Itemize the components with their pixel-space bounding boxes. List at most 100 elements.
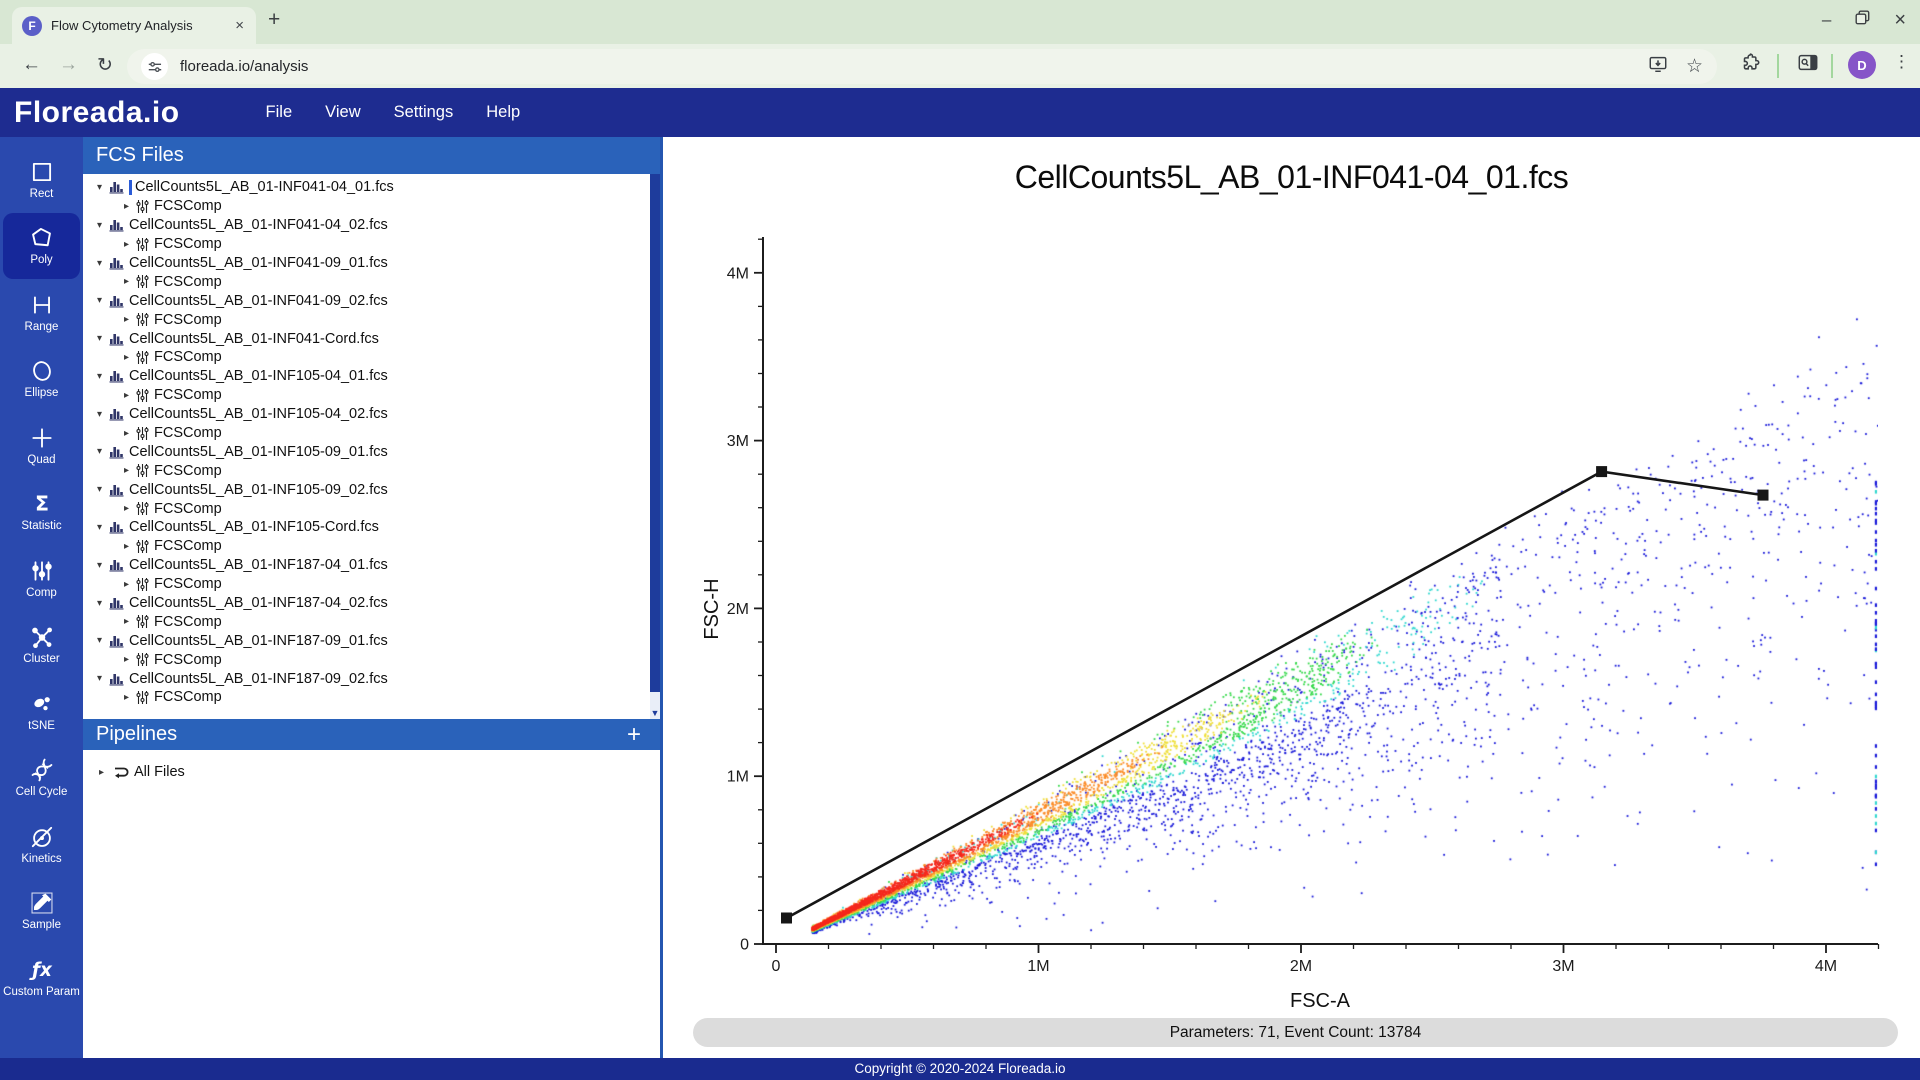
- fcscomp-row[interactable]: ▸ FCSComp: [83, 272, 660, 291]
- fcs-file-row[interactable]: ▾ CellCounts5L_AB_01-INF105-09_02.fcs: [83, 480, 660, 499]
- collapse-caret-icon[interactable]: ▾: [93, 409, 106, 420]
- fcs-file-name[interactable]: CellCounts5L_AB_01-INF187-09_01.fcs: [129, 633, 388, 649]
- fcs-file-name[interactable]: CellCounts5L_AB_01-INF187-04_01.fcs: [129, 557, 388, 573]
- collapse-caret-icon[interactable]: ▾: [93, 333, 106, 344]
- fcscomp-row[interactable]: ▸ FCSComp: [83, 461, 660, 480]
- sidebar-tool-cellcycle[interactable]: Cell Cycle: [0, 745, 83, 812]
- new-tab-button[interactable]: +: [268, 8, 280, 32]
- fcs-file-row[interactable]: ▾ CellCounts5L_AB_01-INF041-04_01.fcs: [83, 178, 660, 197]
- sidebar-tool-tsne[interactable]: tSNE: [0, 678, 83, 745]
- fcscomp-row[interactable]: ▸ FCSComp: [83, 575, 660, 594]
- fcs-file-name[interactable]: CellCounts5L_AB_01-INF187-09_02.fcs: [129, 671, 388, 687]
- expand-caret-icon[interactable]: ▸: [120, 616, 133, 627]
- extensions-icon[interactable]: [1740, 52, 1761, 78]
- collapse-caret-icon[interactable]: ▾: [93, 295, 106, 306]
- fcscomp-row[interactable]: ▸ FCSComp: [83, 386, 660, 405]
- reload-button[interactable]: ↻: [97, 54, 113, 77]
- sidebar-tool-poly[interactable]: Poly: [3, 212, 80, 279]
- expand-caret-icon[interactable]: ▸: [120, 692, 133, 703]
- fcs-file-name[interactable]: CellCounts5L_AB_01-INF041-Cord.fcs: [129, 331, 379, 347]
- fcscomp-row[interactable]: ▸ FCSComp: [83, 537, 660, 556]
- expand-caret-icon[interactable]: ▸: [120, 239, 133, 250]
- scrollbar-thumb[interactable]: [650, 174, 660, 692]
- fcs-file-name[interactable]: CellCounts5L_AB_01-INF105-04_01.fcs: [129, 368, 388, 384]
- forward-button[interactable]: →: [59, 54, 78, 76]
- fcscomp-row[interactable]: ▸ FCSComp: [83, 650, 660, 669]
- scrollbar-down-arrow-icon[interactable]: ▼: [650, 709, 660, 718]
- fcscomp-label[interactable]: FCSComp: [154, 538, 222, 554]
- fcscomp-row[interactable]: ▸ FCSComp: [83, 310, 660, 329]
- expand-caret-icon[interactable]: ▸: [120, 428, 133, 439]
- fcs-file-row[interactable]: ▾ CellCounts5L_AB_01-INF105-09_01.fcs: [83, 442, 660, 461]
- fcs-file-name[interactable]: CellCounts5L_AB_01-INF105-Cord.fcs: [129, 519, 379, 535]
- sidebar-tool-customparam[interactable]: ƒx Custom Param: [0, 944, 83, 1011]
- fcscomp-label[interactable]: FCSComp: [154, 652, 222, 668]
- fcs-file-row[interactable]: ▾ CellCounts5L_AB_01-INF187-04_02.fcs: [83, 594, 660, 613]
- site-settings-icon[interactable]: [141, 53, 168, 80]
- fcscomp-label[interactable]: FCSComp: [154, 463, 222, 479]
- browser-tab[interactable]: F Flow Cytometry Analysis ×: [12, 7, 256, 44]
- fcscomp-row[interactable]: ▸ FCSComp: [83, 612, 660, 631]
- back-button[interactable]: ←: [22, 54, 41, 76]
- fcscomp-label[interactable]: FCSComp: [154, 312, 222, 328]
- fcscomp-label[interactable]: FCSComp: [154, 425, 222, 441]
- fcs-file-row[interactable]: ▾ CellCounts5L_AB_01-INF041-04_02.fcs: [83, 216, 660, 235]
- collapse-caret-icon[interactable]: ▾: [93, 484, 106, 495]
- fcscomp-label[interactable]: FCSComp: [154, 576, 222, 592]
- expand-caret-icon[interactable]: ▸: [120, 314, 133, 325]
- fcs-file-row[interactable]: ▾ CellCounts5L_AB_01-INF041-Cord.fcs: [83, 329, 660, 348]
- expand-caret-icon[interactable]: ▸: [120, 579, 133, 590]
- plot-axes-and-gate[interactable]: 0 1M 2M 3M 4M 0 1M 2M 3M 4M FSC-A FSC-H: [663, 137, 1920, 1058]
- window-restore-button[interactable]: [1855, 10, 1870, 30]
- fcscomp-row[interactable]: ▸ FCSComp: [83, 235, 660, 254]
- app-logo[interactable]: Floreada.io: [14, 96, 180, 130]
- collapse-caret-icon[interactable]: ▾: [93, 560, 106, 571]
- collapse-caret-icon[interactable]: ▾: [93, 258, 106, 269]
- fcs-file-name[interactable]: CellCounts5L_AB_01-INF041-09_01.fcs: [129, 255, 388, 271]
- fcscomp-row[interactable]: ▸ FCSComp: [83, 197, 660, 216]
- menu-file[interactable]: File: [266, 103, 293, 122]
- address-bar[interactable]: floreada.io/analysis ☆: [127, 49, 1717, 84]
- menu-view[interactable]: View: [325, 103, 360, 122]
- collapse-caret-icon[interactable]: ▾: [93, 446, 106, 457]
- install-app-icon[interactable]: [1648, 54, 1668, 79]
- sidebar-tool-range[interactable]: Range: [0, 279, 83, 346]
- pipeline-name[interactable]: All Files: [134, 764, 185, 780]
- fcs-file-row[interactable]: ▾ CellCounts5L_AB_01-INF041-09_01.fcs: [83, 254, 660, 273]
- collapse-caret-icon[interactable]: ▾: [93, 635, 106, 646]
- collapse-caret-icon[interactable]: ▾: [93, 371, 106, 382]
- fcscomp-row[interactable]: ▸ FCSComp: [83, 688, 660, 707]
- collapse-caret-icon[interactable]: ▾: [93, 673, 106, 684]
- fcscomp-label[interactable]: FCSComp: [154, 236, 222, 252]
- fcs-file-name[interactable]: CellCounts5L_AB_01-INF105-09_01.fcs: [129, 444, 388, 460]
- fcs-file-row[interactable]: ▾ CellCounts5L_AB_01-INF187-04_01.fcs: [83, 556, 660, 575]
- expand-caret-icon[interactable]: ▸: [120, 503, 133, 514]
- file-tree-scrollbar[interactable]: ▼: [650, 174, 660, 719]
- fcs-file-row[interactable]: ▾ CellCounts5L_AB_01-INF105-Cord.fcs: [83, 518, 660, 537]
- window-close-button[interactable]: ×: [1894, 10, 1906, 30]
- fcs-file-row[interactable]: ▾ CellCounts5L_AB_01-INF187-09_02.fcs: [83, 669, 660, 688]
- sidebar-tool-quad[interactable]: Quad: [0, 412, 83, 479]
- fcscomp-row[interactable]: ▸ FCSComp: [83, 424, 660, 443]
- bookmark-star-icon[interactable]: ☆: [1686, 55, 1703, 78]
- window-minimize-button[interactable]: –: [1822, 10, 1831, 30]
- sidebar-tool-rect[interactable]: Rect: [0, 146, 83, 213]
- fcs-file-row[interactable]: ▾ CellCounts5L_AB_01-INF105-04_01.fcs: [83, 367, 660, 386]
- pipeline-row[interactable]: ▸ All Files: [83, 760, 660, 784]
- fcscomp-row[interactable]: ▸ FCSComp: [83, 348, 660, 367]
- expand-caret-icon[interactable]: ▸: [120, 465, 133, 476]
- fcs-file-row[interactable]: ▾ CellCounts5L_AB_01-INF105-04_02.fcs: [83, 405, 660, 424]
- add-pipeline-button[interactable]: +: [627, 722, 647, 746]
- fcscomp-label[interactable]: FCSComp: [154, 198, 222, 214]
- expand-caret-icon[interactable]: ▸: [120, 390, 133, 401]
- expand-caret-icon[interactable]: ▸: [95, 767, 108, 778]
- expand-caret-icon[interactable]: ▸: [120, 276, 133, 287]
- menu-help[interactable]: Help: [486, 103, 520, 122]
- menu-settings[interactable]: Settings: [394, 103, 454, 122]
- fcs-file-name[interactable]: CellCounts5L_AB_01-INF041-04_01.fcs: [135, 179, 394, 195]
- fcs-file-row[interactable]: ▾ CellCounts5L_AB_01-INF041-09_02.fcs: [83, 291, 660, 310]
- fcs-file-name[interactable]: CellCounts5L_AB_01-INF187-04_02.fcs: [129, 595, 388, 611]
- profile-avatar[interactable]: D: [1848, 51, 1876, 79]
- fcs-file-name[interactable]: CellCounts5L_AB_01-INF041-04_02.fcs: [129, 217, 388, 233]
- fcscomp-label[interactable]: FCSComp: [154, 274, 222, 290]
